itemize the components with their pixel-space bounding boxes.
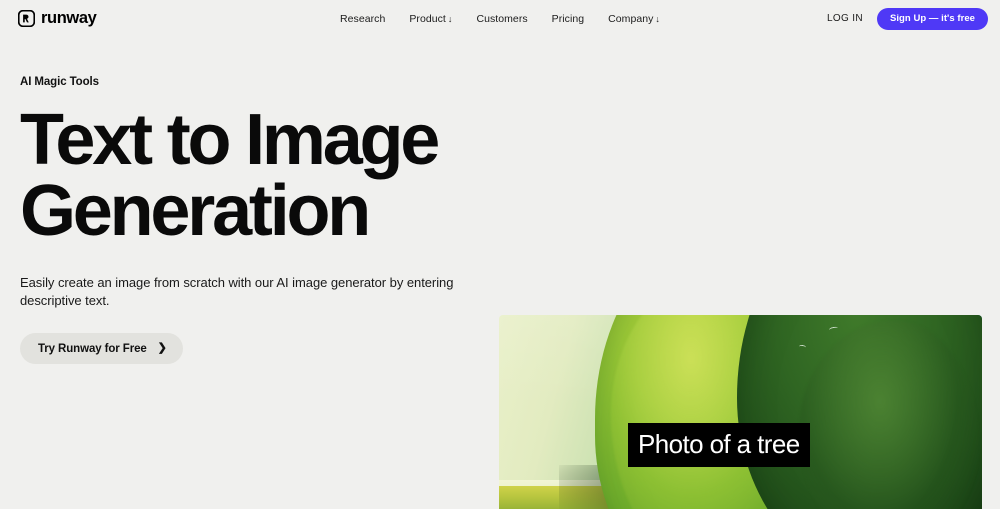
nav-item-research[interactable]: Research: [340, 13, 385, 25]
login-link[interactable]: LOG IN: [827, 13, 863, 24]
nav-item-customers[interactable]: Customers: [476, 13, 527, 25]
nav-item-label: Product: [409, 12, 446, 25]
nav-item-label: Company: [608, 12, 654, 25]
cta-label: Try Runway for Free: [38, 342, 147, 355]
nav-item-label: Research: [340, 12, 386, 25]
nav-item-product[interactable]: Product ↓: [409, 13, 452, 25]
nav-item-label: Pricing: [551, 12, 585, 25]
nav-item-pricing[interactable]: Pricing: [552, 13, 584, 25]
chevron-down-icon: ↓: [655, 13, 660, 24]
hero-image[interactable]: Photo of a tree: [499, 315, 982, 509]
primary-navigation: Research Product ↓ Customers Pricing Com…: [340, 13, 660, 25]
hero-eyebrow: AI Magic Tools: [20, 76, 99, 88]
hero-description: Easily create an image from scratch with…: [20, 274, 454, 309]
hero-copy: AI Magic Tools Text to Image Generation …: [20, 76, 500, 365]
nav-item-label: Customers: [476, 12, 528, 25]
generated-tree-image: [499, 315, 982, 509]
nav-item-company[interactable]: Company ↓: [608, 13, 660, 25]
site-header: runway Research Product ↓ Customers Pric…: [0, 0, 1000, 37]
runway-r-logo-icon: [18, 10, 35, 27]
brand-logo[interactable]: runway: [18, 9, 97, 28]
brand-name: runway: [41, 9, 97, 28]
headline-line-1: Text to Image: [20, 100, 440, 180]
auth-actions: LOG IN Sign Up — it's free: [827, 7, 988, 30]
page-title: Text to Image Generation: [20, 104, 500, 252]
try-runway-for-free-button[interactable]: Try Runway for Free ❯: [20, 333, 183, 365]
signup-button[interactable]: Sign Up — it's free: [876, 7, 988, 30]
image-caption: Photo of a tree: [628, 423, 810, 467]
chevron-down-icon: ↓: [447, 13, 453, 24]
headline-line-2: Generation: [20, 171, 371, 252]
chevron-right-icon: ❯: [157, 342, 167, 355]
hero-section: AI Magic Tools Text to Image Generation …: [0, 37, 1000, 509]
